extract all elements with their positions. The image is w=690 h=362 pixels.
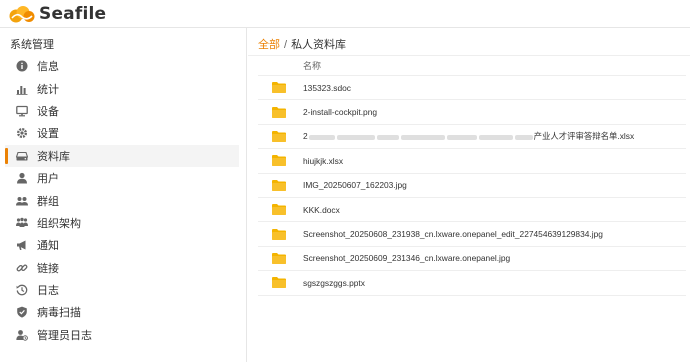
table-row[interactable]: Screenshot_20250609_231346_cn.lxware.one…: [258, 247, 686, 272]
sidebar-item-label: 组织架构: [37, 217, 81, 230]
table-row[interactable]: hiujkjk.xlsx: [258, 149, 686, 174]
breadcrumb: 全部 / 私人资料库: [258, 36, 346, 52]
table-row[interactable]: sgszgszggs.pptx: [258, 271, 686, 296]
sidebar-item-label: 设置: [37, 128, 59, 141]
admin-log-icon: [16, 329, 28, 341]
sidebar-item-label: 日志: [37, 285, 59, 298]
row-name[interactable]: Screenshot_20250608_231938_cn.lxware.one…: [303, 229, 603, 239]
folder-icon: [272, 179, 286, 191]
main-panel: 全部 / 私人资料库 名称 135323.sdoc 2-install-cockpi…: [248, 28, 690, 362]
sidebar-item-label: 管理员日志: [37, 329, 92, 342]
sidebar-item-devices[interactable]: 设备: [5, 100, 239, 122]
sidebar-item-links[interactable]: 链接: [5, 257, 239, 279]
sidebar-item-label: 设备: [37, 105, 59, 118]
folder-icon: [272, 204, 286, 216]
folder-icon: [272, 277, 286, 289]
sidebar-item-label: 病毒扫描: [37, 307, 81, 320]
info-icon: [16, 60, 28, 72]
sidebar-item-virus-scan[interactable]: 病毒扫描: [5, 301, 239, 323]
sidebar-item-label: 资料库: [37, 150, 70, 163]
history-icon: [16, 284, 28, 296]
folder-icon: [272, 106, 286, 118]
org-icon: [16, 217, 28, 229]
blurred-text: [308, 131, 534, 141]
sidebar-title: 系统管理: [10, 39, 54, 51]
admin-sidebar: 系统管理 信息 统计 设备 设置 资料库 用户 群组 组织架构 通知 链接 日志…: [0, 28, 247, 362]
app-name: Seafile: [39, 4, 107, 24]
row-name[interactable]: hiujkjk.xlsx: [303, 156, 343, 166]
library-table: 名称 135323.sdoc 2-install-cockpit.png 2 产业…: [258, 56, 686, 296]
table-header: 名称: [258, 56, 686, 76]
row-name[interactable]: 2-install-cockpit.png: [303, 107, 377, 117]
sidebar-item-organization[interactable]: 组织架构: [5, 212, 239, 234]
table-row[interactable]: KKK.docx: [258, 198, 686, 223]
sidebar-item-stats[interactable]: 统计: [5, 77, 239, 99]
shield-icon: [16, 306, 28, 319]
sidebar-item-label: 用户: [37, 173, 59, 186]
table-row[interactable]: IMG_20250607_162203.jpg: [258, 174, 686, 198]
folder-icon: [272, 130, 286, 142]
seafile-logo-icon: [9, 6, 35, 23]
sidebar-item-label: 统计: [37, 83, 59, 96]
sidebar-nav: 信息 统计 设备 设置 资料库 用户 群组 组织架构 通知 链接 日志 病毒扫描…: [5, 55, 239, 346]
row-name-suffix: 产业人才评审答辩名单.xlsx: [533, 131, 635, 142]
table-row[interactable]: 2-install-cockpit.png: [258, 100, 686, 125]
row-name-prefix: 2: [303, 131, 308, 142]
drive-icon: [16, 150, 28, 162]
desktop-icon: [16, 105, 28, 117]
column-header-name[interactable]: 名称: [303, 59, 321, 72]
sidebar-item-label: 信息: [37, 61, 59, 74]
folder-icon: [272, 252, 286, 264]
folder-icon: [272, 228, 286, 240]
sidebar-item-logs[interactable]: 日志: [5, 279, 239, 301]
row-name[interactable]: 2 产业人才评审答辩名单.xlsx: [303, 130, 634, 142]
breadcrumb-root-link[interactable]: 全部: [258, 39, 280, 51]
row-name[interactable]: KKK.docx: [303, 205, 340, 215]
sidebar-item-settings[interactable]: 设置: [5, 122, 239, 144]
sidebar-item-notifications[interactable]: 通知: [5, 234, 239, 256]
breadcrumb-current: 私人资料库: [291, 39, 347, 51]
folder-icon: [272, 155, 286, 167]
sidebar-item-label: 链接: [37, 262, 59, 275]
link-icon: [16, 262, 28, 274]
megaphone-icon: [16, 239, 28, 251]
sidebar-item-admin-logs[interactable]: 管理员日志: [5, 324, 239, 346]
table-row[interactable]: 135323.sdoc: [258, 76, 686, 101]
sidebar-item-label: 通知: [37, 240, 59, 253]
top-bar: Seafile: [0, 0, 690, 28]
sidebar-item-label: 群组: [37, 195, 59, 208]
sidebar-item-libraries[interactable]: 资料库: [5, 144, 239, 167]
breadcrumb-separator: /: [284, 39, 288, 51]
table-row[interactable]: Screenshot_20250608_231938_cn.lxware.one…: [258, 222, 686, 247]
sidebar-item-groups[interactable]: 群组: [5, 189, 239, 211]
group-icon: [16, 195, 28, 207]
stats-icon: [16, 83, 28, 95]
sidebar-item-info[interactable]: 信息: [5, 55, 239, 77]
table-row[interactable]: 2 产业人才评审答辩名单.xlsx: [258, 125, 686, 150]
sidebar-item-users[interactable]: 用户: [5, 167, 239, 189]
folder-icon: [272, 82, 286, 94]
row-name[interactable]: 135323.sdoc: [303, 83, 351, 93]
seafile-logo[interactable]: Seafile: [8, 2, 106, 26]
gear-icon: [16, 127, 28, 139]
row-name[interactable]: sgszgszggs.pptx: [303, 278, 365, 288]
row-name[interactable]: IMG_20250607_162203.jpg: [303, 180, 407, 190]
row-name[interactable]: Screenshot_20250609_231346_cn.lxware.one…: [303, 253, 510, 263]
user-icon: [16, 172, 28, 184]
